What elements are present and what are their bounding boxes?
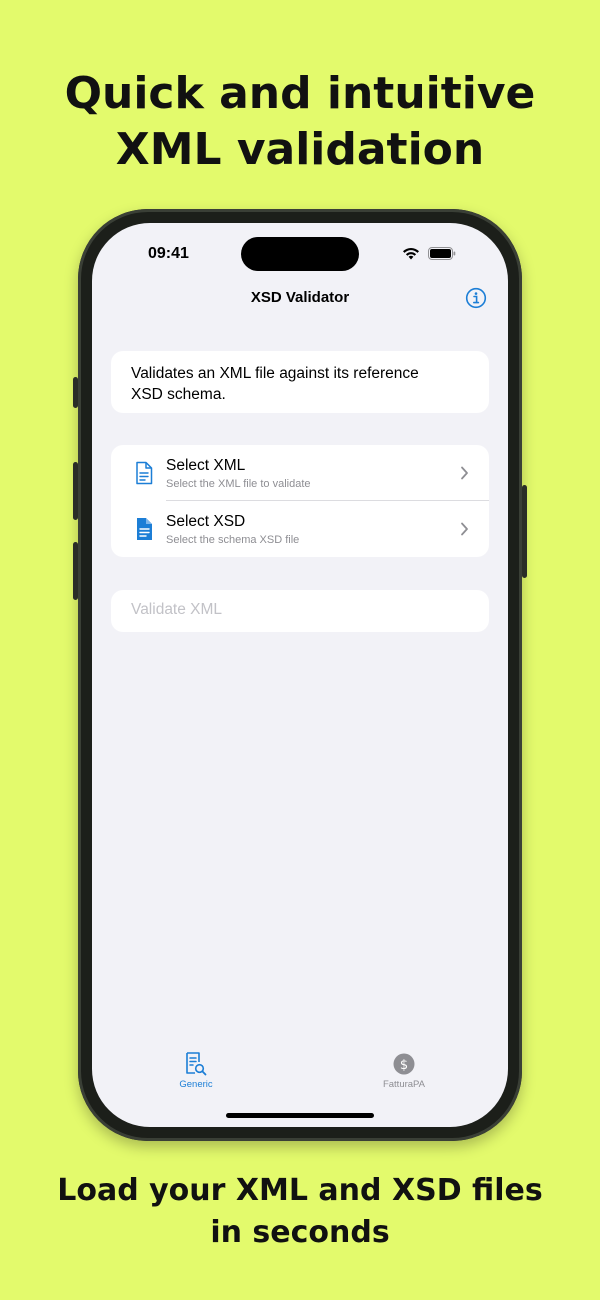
description-line-1: Validates an XML file against its refere… (131, 365, 419, 382)
validate-xml-button[interactable]: Validate XML (111, 590, 489, 632)
dynamic-island (241, 237, 359, 271)
action-button (73, 377, 78, 408)
subline-line-1: Load your XML and XSD files (57, 1173, 543, 1208)
select-xml-row[interactable]: Select XML Select the XML file to valida… (111, 445, 489, 501)
document-search-icon (186, 1052, 207, 1076)
marketing-subline: Load your XML and XSD files in seconds (0, 1170, 600, 1254)
select-xsd-subtitle: Select the schema XSD file (166, 534, 300, 546)
status-icons (402, 247, 456, 260)
select-xsd-title: Select XSD (166, 513, 246, 530)
tab-fatturapa[interactable]: $ FatturaPA (344, 1051, 464, 1090)
headline-line-1: Quick and intuitive (64, 68, 536, 119)
status-time: 09:41 (148, 245, 189, 262)
volume-up-button (73, 462, 78, 520)
select-xml-subtitle: Select the XML file to validate (166, 478, 311, 490)
marketing-headline: Quick and intuitive XML validation (0, 66, 600, 178)
file-selection-list: Select XML Select the XML file to valida… (111, 445, 489, 557)
subline-line-2: in seconds (210, 1215, 390, 1250)
tab-fatturapa-label: FatturaPA (382, 1079, 426, 1090)
document-filled-icon (137, 518, 152, 540)
tab-generic-label: Generic (179, 1079, 213, 1090)
dollar-circle-icon: $ (393, 1053, 415, 1075)
volume-down-button (73, 542, 78, 600)
select-xml-title: Select XML (166, 457, 246, 474)
info-circle-icon (465, 287, 487, 309)
chevron-right-icon (461, 522, 468, 536)
battery-icon (428, 247, 456, 260)
select-xsd-row[interactable]: Select XSD Select the schema XSD file (111, 501, 489, 557)
chevron-right-icon (461, 466, 468, 480)
description-card: Validates an XML file against its refere… (111, 351, 489, 413)
document-outline-icon (136, 461, 153, 485)
nav-title: XSD Validator (250, 289, 350, 306)
tab-generic[interactable]: Generic (136, 1051, 256, 1090)
description-line-2: XSD schema. (131, 386, 226, 403)
info-button[interactable] (465, 287, 487, 309)
phone-screen: 09:41 XSD Validator Validates an XML fil… (92, 223, 508, 1127)
power-button (522, 485, 527, 578)
headline-line-2: XML validation (115, 124, 485, 175)
home-indicator (226, 1113, 374, 1118)
svg-text:$: $ (400, 1058, 408, 1073)
wifi-icon (403, 247, 419, 260)
